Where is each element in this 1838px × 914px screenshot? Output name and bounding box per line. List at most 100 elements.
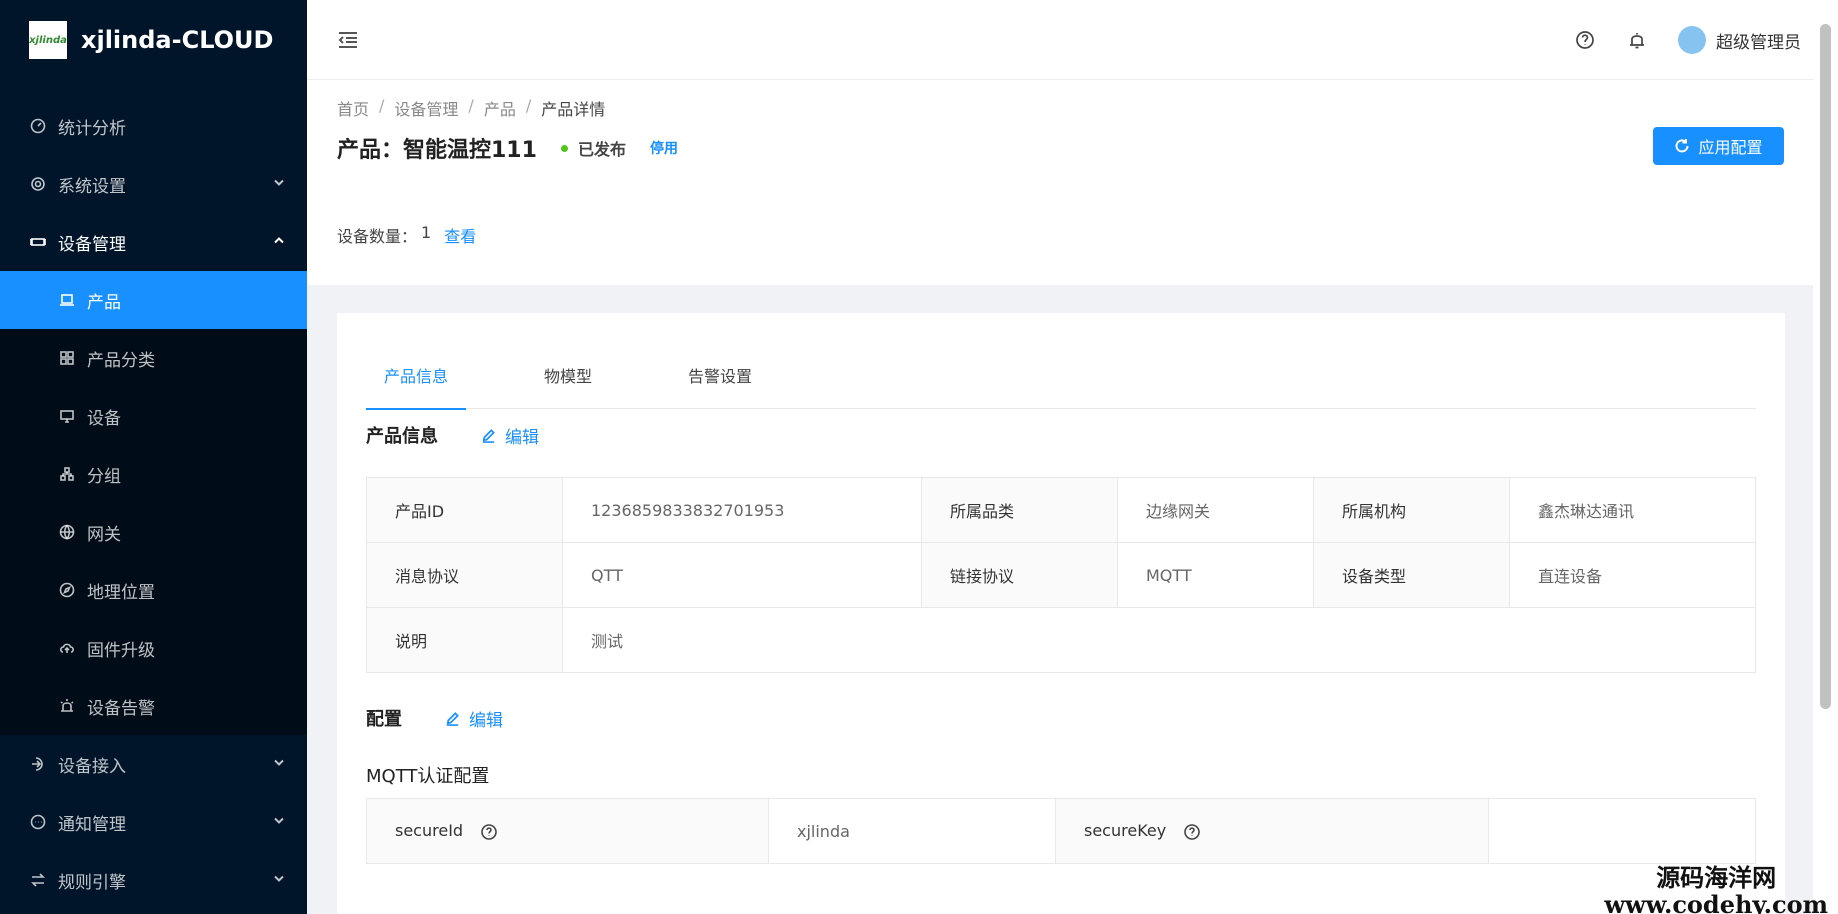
cluster-icon (58, 465, 76, 483)
sidebar-item-device-access[interactable]: 设备接入 (0, 735, 307, 793)
sidebar-item-label: 规则引擎 (58, 872, 126, 893)
view-devices-link[interactable]: 查看 (444, 223, 476, 247)
menu-fold-icon[interactable] (336, 28, 360, 52)
question-circle-icon[interactable] (480, 823, 498, 841)
product-id-value: 1236859833832701953 (562, 477, 922, 543)
apply-config-button[interactable]: 应用配置 (1653, 127, 1784, 165)
sidebar-item-label: 通知管理 (58, 814, 126, 835)
sidebar-item-notification[interactable]: 通知管理 (0, 793, 307, 851)
sidebar-item-product[interactable]: 产品 (0, 271, 307, 329)
header-actions: 超级管理员 (1574, 0, 1801, 80)
organization-value: 鑫杰琳达通讯 (1509, 477, 1756, 543)
sidebar-item-firmware-upgrade[interactable]: 固件升级 (0, 619, 307, 677)
sidebar-item-label: 设备管理 (58, 234, 126, 255)
logo-mark-text: xjlinda (29, 34, 67, 46)
message-protocol-label: 消息协议 (366, 542, 563, 608)
watermark-line-2: www.codehy.com (1604, 890, 1828, 914)
sidebar: xjlinda xjlinda-CLOUD 统计分析 系统设置 设备管理 产品 … (0, 0, 307, 914)
sidebar-item-label: 统计分析 (58, 118, 126, 139)
grid-icon (58, 349, 76, 367)
secure-key-label: secureKey (1084, 821, 1167, 841)
breadcrumb-home[interactable]: 首页 (337, 96, 369, 120)
breadcrumb-device-management[interactable]: 设备管理 (394, 96, 458, 120)
watermark-line-1: 源码海洋网 (1656, 863, 1777, 892)
description-value: 测试 (562, 607, 1756, 673)
logo-icon: xjlinda (29, 21, 67, 59)
device-type-label: 设备类型 (1313, 542, 1510, 608)
page-scrollbar[interactable] (1813, 0, 1838, 914)
secure-id-value: xjlinda (768, 798, 1056, 864)
secure-id-label-cell: secureId (366, 798, 769, 864)
sidebar-item-statistics[interactable]: 统计分析 (0, 97, 307, 155)
question-circle-icon[interactable] (1183, 823, 1201, 841)
apply-config-label: 应用配置 (1698, 138, 1763, 157)
sidebar-item-device-alarm[interactable]: 设备告警 (0, 677, 307, 735)
status-badge: 已发布 (560, 136, 626, 160)
globe-icon (58, 523, 76, 541)
gear-icon (29, 175, 47, 193)
device-management-submenu: 产品 产品分类 设备 分组 网关 地理位置 固件升级 设备告警 (0, 271, 307, 735)
sidebar-item-label: 系统设置 (58, 176, 126, 197)
section-title: 配置 (366, 709, 402, 730)
username[interactable]: 超级管理员 (1716, 28, 1801, 53)
secure-key-value (1488, 798, 1756, 864)
sidebar-item-rule-engine[interactable]: 规则引擎 (0, 851, 307, 909)
status-text: 已发布 (577, 140, 626, 159)
tab-product-info[interactable]: 产品信息 (366, 341, 467, 410)
edit-config-button[interactable]: 编辑 (445, 706, 503, 731)
section-title: 产品信息 (366, 426, 438, 447)
breadcrumb-product[interactable]: 产品 (484, 96, 516, 120)
mqtt-auth-title: MQTT认证配置 (366, 766, 490, 787)
tabs: 产品信息 物模型 告警设置 (366, 341, 1756, 410)
chevron-down-icon (273, 177, 285, 192)
sidebar-item-label: 设备告警 (87, 698, 155, 719)
edit-icon (482, 428, 495, 443)
sidebar-item-label: 产品 (87, 292, 121, 313)
compass-icon (58, 581, 76, 599)
sidebar-item-group[interactable]: 分组 (0, 445, 307, 503)
help-icon[interactable] (1574, 29, 1596, 51)
organization-label: 所属机构 (1313, 477, 1510, 543)
device-count-value: 1 (421, 223, 432, 242)
app-name: xjlinda-CLOUD (81, 26, 274, 54)
message-icon (29, 813, 47, 831)
sidebar-item-label: 分组 (87, 466, 121, 487)
category-value: 边缘网关 (1117, 477, 1314, 543)
breadcrumb-separator: / (525, 96, 532, 115)
bell-icon[interactable] (1626, 29, 1648, 51)
sidebar-item-gateway[interactable]: 网关 (0, 503, 307, 561)
sidebar-item-product-category[interactable]: 产品分类 (0, 329, 307, 387)
sidebar-item-device[interactable]: 设备 (0, 387, 307, 445)
edit-product-info-button[interactable]: 编辑 (481, 423, 539, 448)
sidebar-item-label: 设备 (87, 408, 121, 429)
breadcrumb-separator: / (379, 96, 385, 115)
sync-icon (1676, 139, 1689, 153)
logo[interactable]: xjlinda xjlinda-CLOUD (0, 0, 307, 80)
edit-icon (446, 711, 459, 726)
tab-thing-model[interactable]: 物模型 (526, 341, 610, 409)
sidebar-item-device-management[interactable]: 设备管理 (0, 213, 307, 271)
sidebar-item-system-settings[interactable]: 系统设置 (0, 155, 307, 213)
disable-button[interactable]: 停用 (650, 138, 678, 158)
scrollbar-thumb[interactable] (1820, 24, 1831, 709)
chevron-down-icon (273, 815, 285, 830)
table-row: 消息协议 QTT 链接协议 MQTT 设备类型 直连设备 (366, 542, 1756, 608)
alarm-icon (58, 697, 76, 715)
sidebar-item-location[interactable]: 地理位置 (0, 561, 307, 619)
tab-alarm-settings[interactable]: 告警设置 (670, 341, 770, 409)
dashboard-icon (29, 117, 47, 135)
edit-label: 编辑 (469, 710, 503, 731)
mqtt-auth-table: secureId xjlinda secureKey (366, 798, 1756, 864)
swap-icon (29, 871, 47, 889)
content-card: 产品信息 物模型 告警设置 产品信息 编辑 产品ID 1236859833832… (337, 313, 1785, 914)
sidebar-item-label: 地理位置 (87, 582, 155, 603)
config-section-header: 配置 编辑 (366, 705, 503, 731)
table-row: 说明 测试 (366, 607, 1756, 673)
secure-id-label: secureId (395, 821, 464, 841)
sidebar-item-label: 网关 (87, 524, 121, 545)
message-protocol-value: QTT (562, 542, 922, 608)
avatar[interactable] (1678, 26, 1706, 54)
device-icon (29, 233, 47, 251)
product-info-table: 产品ID 1236859833832701953 所属品类 边缘网关 所属机构 … (366, 477, 1756, 673)
device-count-label: 设备数量： (337, 227, 418, 246)
